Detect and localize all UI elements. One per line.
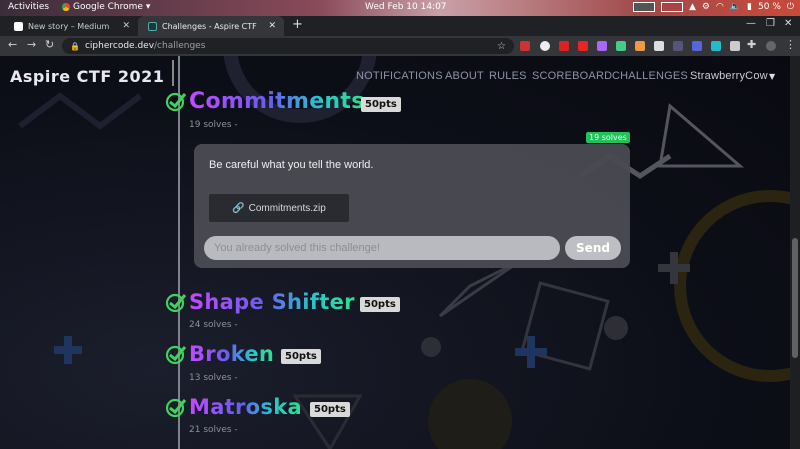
check-icon bbox=[165, 398, 187, 417]
forward-icon[interactable]: → bbox=[27, 38, 36, 51]
minimize-icon[interactable]: — bbox=[746, 18, 756, 29]
tray-widget[interactable] bbox=[660, 2, 683, 12]
close-icon[interactable]: ✕ bbox=[122, 21, 130, 31]
tab-medium[interactable]: New story – Medium ✕ bbox=[4, 16, 138, 36]
extension-icon[interactable] bbox=[578, 41, 588, 51]
url-path: /challenges bbox=[154, 41, 206, 51]
tab-title: Challenges - Aspire CTF bbox=[162, 21, 257, 31]
extension-icon[interactable] bbox=[692, 41, 702, 51]
solve-count-badge: 19 solves bbox=[586, 132, 630, 143]
nav-challenges[interactable]: CHALLENGES bbox=[612, 70, 688, 82]
extension-icon[interactable] bbox=[559, 41, 569, 51]
check-icon bbox=[165, 345, 187, 364]
maximize-icon[interactable]: ❐ bbox=[766, 18, 775, 29]
chevron-down-icon: ▾ bbox=[145, 2, 151, 12]
close-icon[interactable]: ✕ bbox=[268, 21, 276, 31]
points-badge: 50pts bbox=[310, 402, 350, 417]
challenge-title[interactable]: Shape Shifter bbox=[189, 290, 355, 314]
avatar[interactable] bbox=[766, 41, 776, 51]
nav-rules[interactable]: RULES bbox=[489, 70, 527, 82]
extension-icon[interactable] bbox=[673, 41, 683, 51]
battery-icon: ▮ bbox=[747, 2, 752, 12]
close-window-icon[interactable]: ✕ bbox=[784, 18, 792, 29]
app-menu[interactable]: Google Chrome ▾ bbox=[62, 2, 150, 12]
tab-title: New story – Medium bbox=[28, 21, 110, 31]
challenge-description: Be careful what you tell the world. bbox=[209, 159, 374, 171]
menu-kebab-icon[interactable]: ⋮ bbox=[785, 38, 796, 51]
flag-input[interactable] bbox=[204, 236, 560, 260]
url-host: ciphercode.dev bbox=[84, 41, 155, 51]
check-icon bbox=[165, 92, 187, 111]
puzzle-icon[interactable]: ✚ bbox=[747, 38, 756, 51]
extension-icon[interactable] bbox=[730, 41, 740, 51]
chevron-down-icon[interactable]: ▼ bbox=[769, 72, 775, 81]
points-badge: 50pts bbox=[360, 297, 400, 312]
volume-icon: 🔈 bbox=[729, 2, 742, 12]
site-favicon-icon bbox=[148, 21, 157, 31]
back-icon[interactable]: ← bbox=[8, 38, 17, 51]
tab-challenges[interactable]: Challenges - Aspire CTF ✕ bbox=[138, 16, 284, 36]
challenge-title[interactable]: Matroska bbox=[189, 395, 302, 419]
nav-notifications[interactable]: NOTIFICATIONS bbox=[356, 70, 443, 82]
challenge-title[interactable]: Commitments bbox=[189, 89, 365, 114]
points-badge: 50pts bbox=[361, 97, 401, 112]
system-tray[interactable]: ▲ ⚙ ◠ 🔈 ▮ 50 % ⏻ bbox=[632, 2, 794, 12]
download-file-button[interactable]: 🔗 Commitments.zip bbox=[209, 194, 349, 222]
battery-percent: 50 % bbox=[758, 2, 781, 12]
lock-icon: 🔒 bbox=[70, 41, 80, 51]
chrome-icon bbox=[62, 3, 70, 11]
send-button[interactable]: Send bbox=[565, 236, 621, 260]
address-bar[interactable]: 🔒 ciphercode.dev/challenges ☆ bbox=[62, 38, 514, 54]
extension-icon[interactable] bbox=[654, 41, 664, 51]
page-content: Aspire CTF 2021 NOTIFICATIONS ABOUT RULE… bbox=[0, 56, 790, 449]
solve-count[interactable]: 13 solves - bbox=[189, 373, 238, 383]
activities-button[interactable]: Activities bbox=[8, 2, 49, 12]
clock[interactable]: Wed Feb 10 14:07 bbox=[365, 2, 447, 12]
brand-divider bbox=[172, 60, 174, 86]
new-tab-button[interactable]: + bbox=[292, 17, 303, 32]
extension-icon[interactable] bbox=[635, 41, 645, 51]
file-name: Commitments.zip bbox=[248, 202, 326, 214]
bookmark-star-icon[interactable]: ☆ bbox=[497, 41, 506, 52]
user-menu[interactable]: StrawberryCow bbox=[690, 70, 768, 82]
check-icon bbox=[165, 293, 187, 312]
app-menu-label: Google Chrome bbox=[73, 2, 143, 12]
link-icon: 🔗 bbox=[232, 202, 245, 214]
extension-icon[interactable] bbox=[540, 41, 550, 51]
medium-favicon-icon bbox=[14, 21, 23, 31]
extension-icon[interactable] bbox=[616, 41, 626, 51]
nav-about[interactable]: ABOUT bbox=[445, 70, 484, 82]
points-badge: 50pts bbox=[281, 349, 321, 364]
wifi-icon: ◠ bbox=[715, 2, 724, 12]
os-top-bar: Activities Google Chrome ▾ Wed Feb 10 14… bbox=[0, 0, 800, 16]
extension-icon[interactable] bbox=[711, 41, 721, 51]
timeline-line bbox=[178, 56, 180, 449]
tab-strip: New story – Medium ✕ Challenges - Aspire… bbox=[0, 16, 800, 36]
solve-count[interactable]: 19 solves - bbox=[189, 120, 238, 130]
settings-icon: ⚙ bbox=[701, 2, 710, 12]
toolbar: ← → ↻ 🔒 ciphercode.dev/challenges ☆ ✚ ⋮ bbox=[0, 36, 800, 56]
tray-widget[interactable] bbox=[632, 2, 655, 12]
extension-icon[interactable] bbox=[520, 41, 530, 51]
reload-icon[interactable]: ↻ bbox=[45, 38, 54, 51]
extension-icon[interactable] bbox=[597, 41, 607, 51]
solve-count[interactable]: 21 solves - bbox=[189, 425, 238, 435]
solve-count[interactable]: 24 solves - bbox=[189, 320, 238, 330]
nav-scoreboard[interactable]: SCOREBOARD bbox=[532, 70, 612, 82]
power-icon: ⏻ bbox=[786, 2, 794, 12]
scrollbar-thumb[interactable] bbox=[792, 238, 798, 358]
arrow-icon: ▲ bbox=[688, 2, 696, 12]
site-brand[interactable]: Aspire CTF 2021 bbox=[10, 67, 164, 86]
challenge-title[interactable]: Broken bbox=[189, 342, 274, 366]
